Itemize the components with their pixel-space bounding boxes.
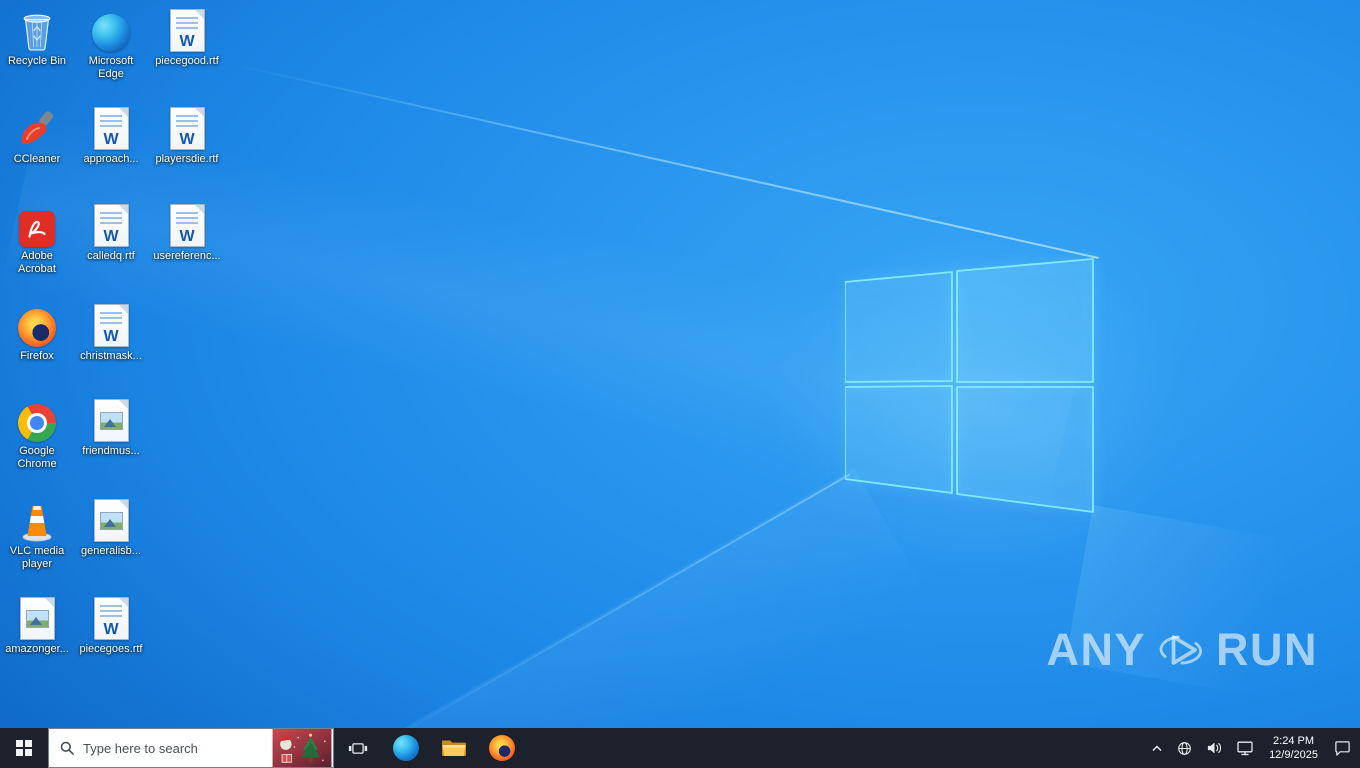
desktop-icon-label: Firefox bbox=[20, 350, 54, 362]
show-hidden-icons-button[interactable] bbox=[1144, 728, 1170, 768]
desktop-icon-label: piecegood.rtf bbox=[155, 55, 219, 67]
ethernet-monitor-icon bbox=[1237, 741, 1253, 755]
logo-glow bbox=[690, 170, 1270, 640]
firefox-icon bbox=[489, 735, 515, 761]
taskbar: Type here to search 2:24 PM 12/9/2025 bbox=[0, 728, 1360, 768]
desktop-icon-label: VLC media player bbox=[9, 545, 65, 571]
watermark-text-any: ANY bbox=[1046, 624, 1146, 675]
task-view-icon bbox=[348, 742, 368, 754]
system-tray: 2:24 PM 12/9/2025 bbox=[1144, 728, 1360, 768]
desktop-icon-label: amazonger... bbox=[5, 643, 69, 655]
tray-network-button[interactable] bbox=[1170, 728, 1199, 768]
image-icon bbox=[93, 398, 129, 442]
desktop-icon-label: calledq.rtf bbox=[87, 250, 135, 262]
desktop-icon-adobe-acrobat[interactable]: Adobe Acrobat bbox=[0, 203, 74, 276]
network-globe-icon bbox=[1178, 741, 1191, 755]
taskbar-clock[interactable]: 2:24 PM 12/9/2025 bbox=[1260, 734, 1327, 762]
word-icon: W bbox=[169, 106, 205, 150]
chrome-icon bbox=[18, 398, 56, 442]
word-icon: W bbox=[93, 596, 129, 640]
action-center-button[interactable] bbox=[1327, 728, 1358, 768]
taskbar-search-box[interactable]: Type here to search bbox=[48, 728, 334, 768]
word-icon: W bbox=[169, 203, 205, 247]
light-beam bbox=[234, 64, 1099, 260]
word-icon: W bbox=[169, 8, 205, 52]
desktop-icon-label: friendmus... bbox=[82, 445, 140, 457]
edge-icon bbox=[393, 735, 419, 761]
ccleaner-icon bbox=[17, 106, 57, 150]
recycle-bin-icon bbox=[18, 8, 56, 52]
desktop-icon-label: approach... bbox=[83, 153, 139, 165]
desktop-icon-piecegood-rtf[interactable]: Wpiecegood.rtf bbox=[150, 8, 224, 68]
desktop-icon-vlc-media-player[interactable]: VLC media player bbox=[0, 498, 74, 571]
clock-time: 2:24 PM bbox=[1273, 735, 1315, 747]
light-beam bbox=[300, 468, 930, 728]
desktop-icon-amazonger[interactable]: amazonger... bbox=[0, 596, 74, 656]
light-beam bbox=[0, 110, 1085, 520]
chevron-up-icon bbox=[1152, 744, 1162, 751]
desktop-icon-microsoft-edge[interactable]: Microsoft Edge bbox=[74, 8, 148, 81]
windows-start-icon bbox=[16, 740, 32, 756]
word-icon: W bbox=[93, 106, 129, 150]
taskbar-firefox-button[interactable] bbox=[478, 728, 526, 768]
light-beam bbox=[360, 473, 851, 728]
taskbar-file-explorer-button[interactable] bbox=[430, 728, 478, 768]
tray-volume-button[interactable] bbox=[1199, 728, 1230, 768]
desktop-icon-approach[interactable]: Wapproach... bbox=[74, 106, 148, 166]
desktop-icon-label: christmask... bbox=[80, 350, 142, 362]
vlc-icon bbox=[17, 498, 57, 542]
desktop-icon-firefox[interactable]: Firefox bbox=[0, 303, 74, 363]
search-highlight-image[interactable] bbox=[271, 729, 333, 767]
search-icon bbox=[60, 741, 74, 755]
anyrun-watermark: ANY RUN bbox=[1046, 624, 1318, 676]
desktop-icon-ccleaner[interactable]: CCleaner bbox=[0, 106, 74, 166]
desktop-icon-calledq-rtf[interactable]: Wcalledq.rtf bbox=[74, 203, 148, 263]
action-center-icon bbox=[1335, 740, 1350, 756]
start-button[interactable] bbox=[0, 728, 48, 768]
image-icon bbox=[93, 498, 129, 542]
word-icon: W bbox=[93, 203, 129, 247]
desktop-icon-label: piecegoes.rtf bbox=[79, 643, 143, 655]
desktop-icon-usereferenc[interactable]: Wusereferenc... bbox=[150, 203, 224, 263]
volume-icon bbox=[1207, 742, 1222, 754]
desktop-icon-label: CCleaner bbox=[13, 153, 61, 165]
word-icon: W bbox=[93, 303, 129, 347]
light-beam bbox=[1065, 505, 1359, 710]
desktop-wallpaper[interactable]: Recycle Bin Microsoft Edge Wpiecegood.rtf C… bbox=[0, 0, 1360, 728]
desktop-icon-playersdie-rtf[interactable]: Wplayersdie.rtf bbox=[150, 106, 224, 166]
desktop-icon-label: playersdie.rtf bbox=[155, 153, 219, 165]
windows-logo-wallpaper bbox=[845, 258, 1094, 513]
desktop-icon-label: Google Chrome bbox=[17, 445, 57, 471]
search-placeholder: Type here to search bbox=[83, 740, 198, 756]
watermark-text-run: RUN bbox=[1216, 624, 1318, 675]
clock-date: 12/9/2025 bbox=[1269, 749, 1318, 761]
desktop-icon-label: generalisb... bbox=[81, 545, 141, 557]
desktop-icon-label: Microsoft Edge bbox=[88, 55, 134, 81]
desktop-icon-generalisb[interactable]: generalisb... bbox=[74, 498, 148, 558]
firefox-icon bbox=[18, 303, 56, 347]
tray-ethernet-button[interactable] bbox=[1230, 728, 1260, 768]
task-view-button[interactable] bbox=[334, 728, 382, 768]
desktop-icon-label: Adobe Acrobat bbox=[18, 250, 56, 276]
taskbar-edge-button[interactable] bbox=[382, 728, 430, 768]
desktop-icon-label: usereferenc... bbox=[153, 250, 221, 262]
image-icon bbox=[19, 596, 55, 640]
edge-icon bbox=[92, 8, 130, 52]
anyrun-logo-icon bbox=[1159, 635, 1202, 665]
acrobat-icon bbox=[19, 203, 55, 247]
desktop-icon-friendmus[interactable]: friendmus... bbox=[74, 398, 148, 458]
desktop-icon-google-chrome[interactable]: Google Chrome bbox=[0, 398, 74, 471]
desktop-icon-label: Recycle Bin bbox=[7, 55, 67, 67]
file-explorer-icon bbox=[442, 740, 466, 756]
desktop-icon-recycle-bin[interactable]: Recycle Bin bbox=[0, 8, 74, 68]
desktop-icon-piecegoes-rtf[interactable]: Wpiecegoes.rtf bbox=[74, 596, 148, 656]
desktop-icon-christmask[interactable]: Wchristmask... bbox=[74, 303, 148, 363]
